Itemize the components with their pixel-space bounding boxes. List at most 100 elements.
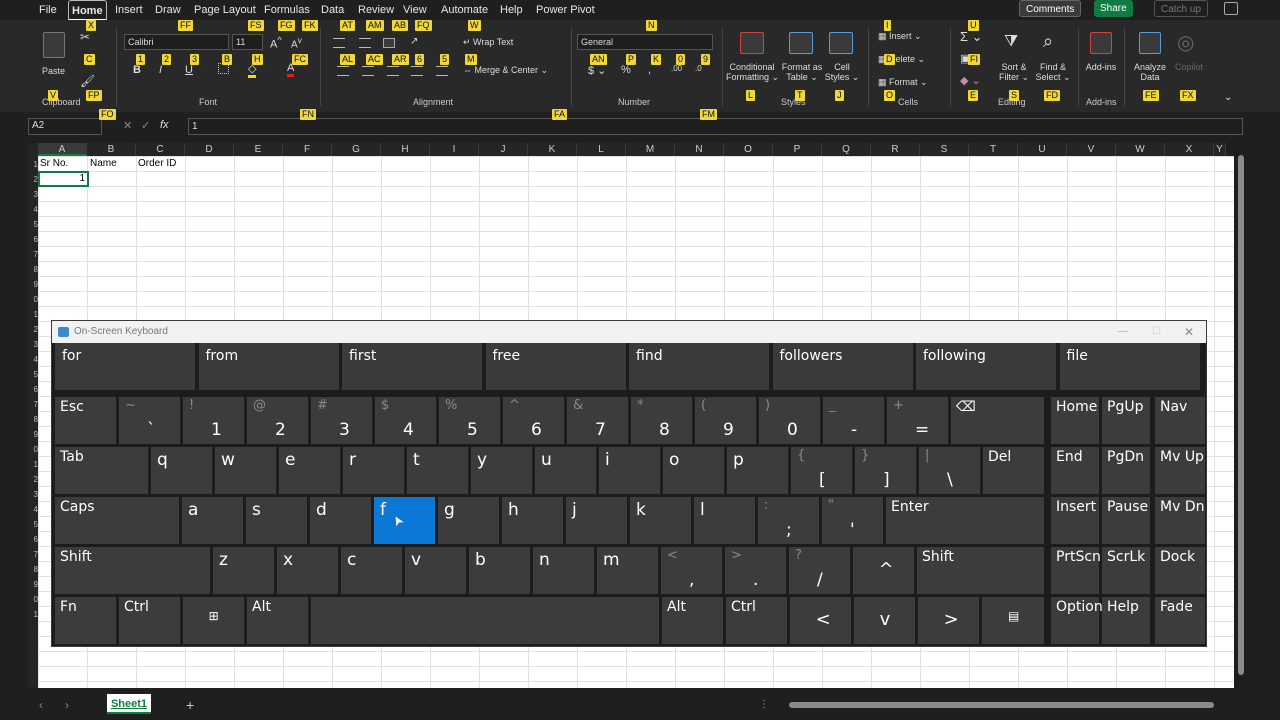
column-header-U[interactable]: U [1018, 143, 1067, 156]
row-header[interactable]: 4 [30, 202, 38, 217]
copilot-icon[interactable]: ◎ [1177, 30, 1194, 55]
key-^[interactable]: ^ [853, 547, 914, 594]
cell-b1[interactable]: Name [90, 156, 117, 171]
analyze-data-icon[interactable] [1139, 32, 1161, 54]
key-b[interactable]: b [469, 547, 530, 594]
column-header-P[interactable]: P [773, 143, 822, 156]
key-2[interactable]: @2 [247, 397, 308, 444]
key-home[interactable]: Home [1051, 397, 1099, 444]
key-z[interactable]: z [213, 547, 274, 594]
column-header-T[interactable]: T [969, 143, 1018, 156]
row-header[interactable]: 2 [30, 472, 38, 487]
key-r[interactable]: r [343, 447, 404, 494]
cell-a2-selected[interactable]: 1 [38, 171, 89, 187]
key-m[interactable]: m [597, 547, 658, 594]
tab-file[interactable]: File [36, 0, 60, 20]
row-header[interactable]: 0 [30, 592, 38, 607]
key-=[interactable]: + = [887, 397, 948, 444]
align-right-icon[interactable] [387, 66, 399, 76]
column-header-F[interactable]: F [283, 143, 332, 156]
key-alt[interactable]: Alt [247, 597, 308, 644]
key-6[interactable]: ^ 6 [503, 397, 564, 444]
decrease-decimal-icon[interactable]: .0 [695, 64, 702, 73]
suggestion-following[interactable]: following [916, 343, 1056, 390]
row-header[interactable]: 0 [30, 292, 38, 307]
tab-view[interactable]: View [400, 0, 430, 20]
tab-page-layout[interactable]: Page Layout [191, 0, 259, 20]
key-menu[interactable]: ▤ [982, 597, 1044, 644]
row-header[interactable]: 7 [30, 547, 38, 562]
suggestion-for[interactable]: for [55, 343, 195, 390]
key-1[interactable]: ! 1 [183, 397, 244, 444]
key-nav[interactable]: Nav [1155, 397, 1205, 444]
column-header-B[interactable]: B [87, 143, 136, 156]
align-center-icon[interactable] [362, 66, 374, 76]
row-header[interactable]: 1 [30, 457, 38, 472]
row-header[interactable]: 3 [30, 487, 38, 502]
key-mv-up[interactable]: Mv Up [1155, 447, 1205, 494]
tab-splitter-icon[interactable]: ⋮ [759, 699, 769, 710]
font-name-combo[interactable]: Calibri [124, 34, 229, 50]
percent-icon[interactable]: % [621, 64, 631, 76]
decrease-font-icon[interactable]: Av [291, 35, 302, 50]
tab-review[interactable]: Review [355, 0, 397, 20]
font-size-combo[interactable]: 11 [232, 34, 263, 50]
conditional-formatting-icon[interactable] [740, 32, 764, 54]
align-bottom-icon[interactable] [383, 38, 395, 48]
column-header-I[interactable]: I [430, 143, 479, 156]
key-alt[interactable]: Alt [662, 597, 723, 644]
autosum-icon[interactable]: Σ ⌄ [960, 29, 983, 45]
tab-home[interactable]: Home [68, 0, 107, 21]
maximize-icon[interactable]: ☐ [1152, 321, 1161, 343]
suggestion-first[interactable]: first [342, 343, 482, 390]
tab-draw[interactable]: Draw [152, 0, 184, 20]
row-header[interactable]: 3 [30, 337, 38, 352]
column-header-X[interactable]: X [1165, 143, 1214, 156]
column-header-W[interactable]: W [1116, 143, 1165, 156]
sheet-tab-sheet1[interactable]: Sheet1 [107, 694, 151, 714]
key-.[interactable]: >. [725, 547, 786, 594]
decrease-indent-icon[interactable] [411, 66, 423, 76]
row-header[interactable]: 9 [30, 577, 38, 592]
column-header-Y[interactable]: Y [1214, 143, 1226, 156]
addins-icon[interactable] [1090, 32, 1112, 54]
key-5[interactable]: % 5 [439, 397, 500, 444]
row-header[interactable]: 9 [30, 427, 38, 442]
row-header[interactable]: 2 [30, 322, 38, 337]
column-header-J[interactable]: J [479, 143, 528, 156]
horizontal-scroll-thumb[interactable] [789, 702, 1214, 708]
key-7[interactable]: & 7 [567, 397, 628, 444]
row-header[interactable]: 5 [30, 367, 38, 382]
key-fn[interactable]: Fn [55, 597, 116, 644]
catchup-button[interactable]: Catch up [1154, 0, 1209, 17]
key-windows[interactable]: ⊞ [183, 597, 244, 644]
key-<[interactable]: < [790, 597, 851, 644]
key-;[interactable]: :; [758, 497, 819, 544]
key-,[interactable]: <, [661, 547, 722, 594]
row-header[interactable]: 4 [30, 502, 38, 517]
key-9[interactable]: (9 [695, 397, 756, 444]
underline-icon[interactable]: U [185, 64, 193, 76]
key-v[interactable]: v [405, 547, 466, 594]
key-prtscn[interactable]: PrtScn [1051, 547, 1101, 594]
copilot-button[interactable]: Copilot [1171, 62, 1207, 72]
find-select-button[interactable]: Find & Select ⌄ [1034, 62, 1072, 83]
column-header-V[interactable]: V [1067, 143, 1116, 156]
key-s[interactable]: s [246, 497, 307, 544]
row-header[interactable]: 1 [30, 607, 38, 622]
enter-icon[interactable]: ✓ [141, 119, 150, 132]
column-header-L[interactable]: L [577, 143, 626, 156]
key-3[interactable]: #3 [311, 397, 372, 444]
key-a[interactable]: a [182, 497, 243, 544]
column-header-N[interactable]: N [675, 143, 724, 156]
conditional-formatting-button[interactable]: Conditional Formatting ⌄ [726, 62, 779, 83]
tab-help[interactable]: Help [497, 0, 526, 20]
suggestion-from[interactable]: from [198, 343, 339, 390]
bold-icon[interactable]: B [133, 64, 141, 76]
key-shift[interactable]: Shift [55, 547, 210, 594]
horizontal-scrollbar[interactable] [771, 700, 1231, 710]
row-header[interactable]: 1 [30, 307, 38, 322]
sort-filter-button[interactable]: Sort & Filter ⌄ [996, 62, 1032, 83]
key-ctrl[interactable]: Ctrl [726, 597, 787, 644]
key-][interactable]: }] [855, 447, 916, 494]
